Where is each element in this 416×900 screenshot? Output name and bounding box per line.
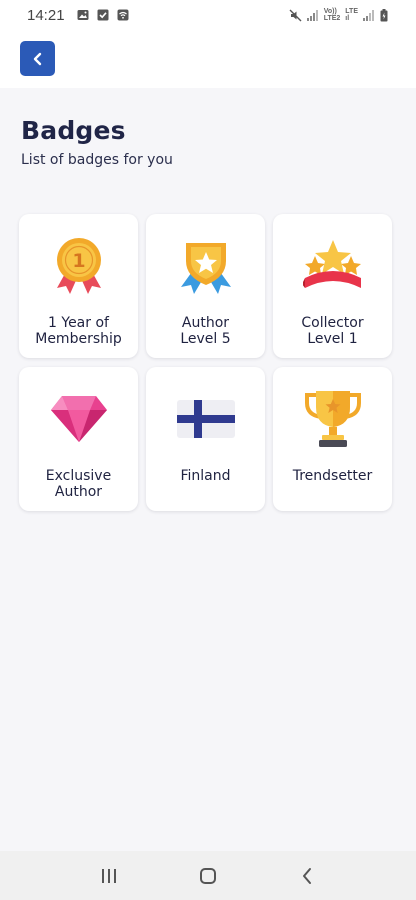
system-back-button[interactable] (287, 856, 327, 896)
star-ribbon-icon (302, 240, 361, 288)
finland-flag-icon (176, 400, 235, 438)
network-1-bottom: LTE2 (323, 15, 341, 22)
checkbox-icon (97, 9, 109, 21)
badge-card-membership[interactable]: 1 1 Year of Membership (19, 214, 138, 358)
badge-icon-wrap (146, 236, 265, 296)
badge-icon-wrap (146, 389, 265, 449)
mute-icon (289, 9, 302, 21)
network-indicator-1: Vo)) LTE2 (324, 8, 341, 22)
gallery-icon (77, 10, 89, 20)
badge-card-trendsetter[interactable]: Trendsetter (273, 367, 392, 511)
status-left: 14:21 (27, 7, 129, 24)
status-time: 14:21 (27, 6, 65, 24)
star-shield-medal-icon (180, 243, 231, 294)
badge-label: Finland (180, 468, 231, 484)
badge-card-author-level-5[interactable]: Author Level 5 (146, 214, 265, 358)
network-indicator-2: LTE ıl (345, 8, 358, 22)
badge-label: Trendsetter (292, 468, 373, 484)
chevron-left-icon (33, 52, 41, 65)
badge-label: Author Level 5 (180, 315, 231, 347)
badge-card-finland[interactable]: Finland (146, 367, 265, 511)
badge-icon-wrap (273, 389, 392, 449)
network-2-top: LTE (345, 8, 358, 15)
network-1-top: Vo)) (323, 8, 337, 15)
app-header (0, 30, 416, 88)
badge-label: 1 Year of Membership (35, 315, 122, 347)
status-bar: 14:21 Vo)) LTE2 LTE ıl (0, 0, 416, 30)
recent-apps-icon (102, 868, 117, 883)
wifi-icon (117, 9, 129, 21)
recent-apps-button[interactable] (89, 856, 129, 896)
home-button[interactable] (188, 856, 228, 896)
svg-text:1: 1 (72, 250, 85, 272)
system-nav-bar (0, 851, 416, 900)
trophy-icon (304, 391, 361, 447)
badge-card-collector-level-1[interactable]: Collector Level 1 (273, 214, 392, 358)
medal-icon: 1 (56, 238, 101, 294)
badge-label: Exclusive Author (45, 468, 112, 500)
home-icon (199, 867, 216, 884)
badge-label: Collector Level 1 (301, 315, 364, 347)
badge-icon-wrap (273, 236, 392, 296)
badge-icon-wrap: 1 (19, 236, 138, 296)
diamond-icon (50, 396, 107, 442)
badges-grid: 1 1 Year of Membership Author Level 5 Co… (19, 214, 392, 511)
signal-icon (306, 9, 318, 21)
back-arrow-icon (302, 867, 311, 884)
badge-icon-wrap (19, 389, 138, 449)
page-subtitle: List of badges for you (21, 152, 173, 168)
battery-icon (380, 8, 388, 21)
status-right: Vo)) LTE2 LTE ıl (289, 8, 388, 22)
back-button[interactable] (20, 41, 55, 76)
network-2-bottom: ıl (345, 15, 350, 22)
signal-icon-2 (363, 9, 374, 21)
badge-card-exclusive-author[interactable]: Exclusive Author (19, 367, 138, 511)
page-title: Badges (21, 116, 126, 145)
